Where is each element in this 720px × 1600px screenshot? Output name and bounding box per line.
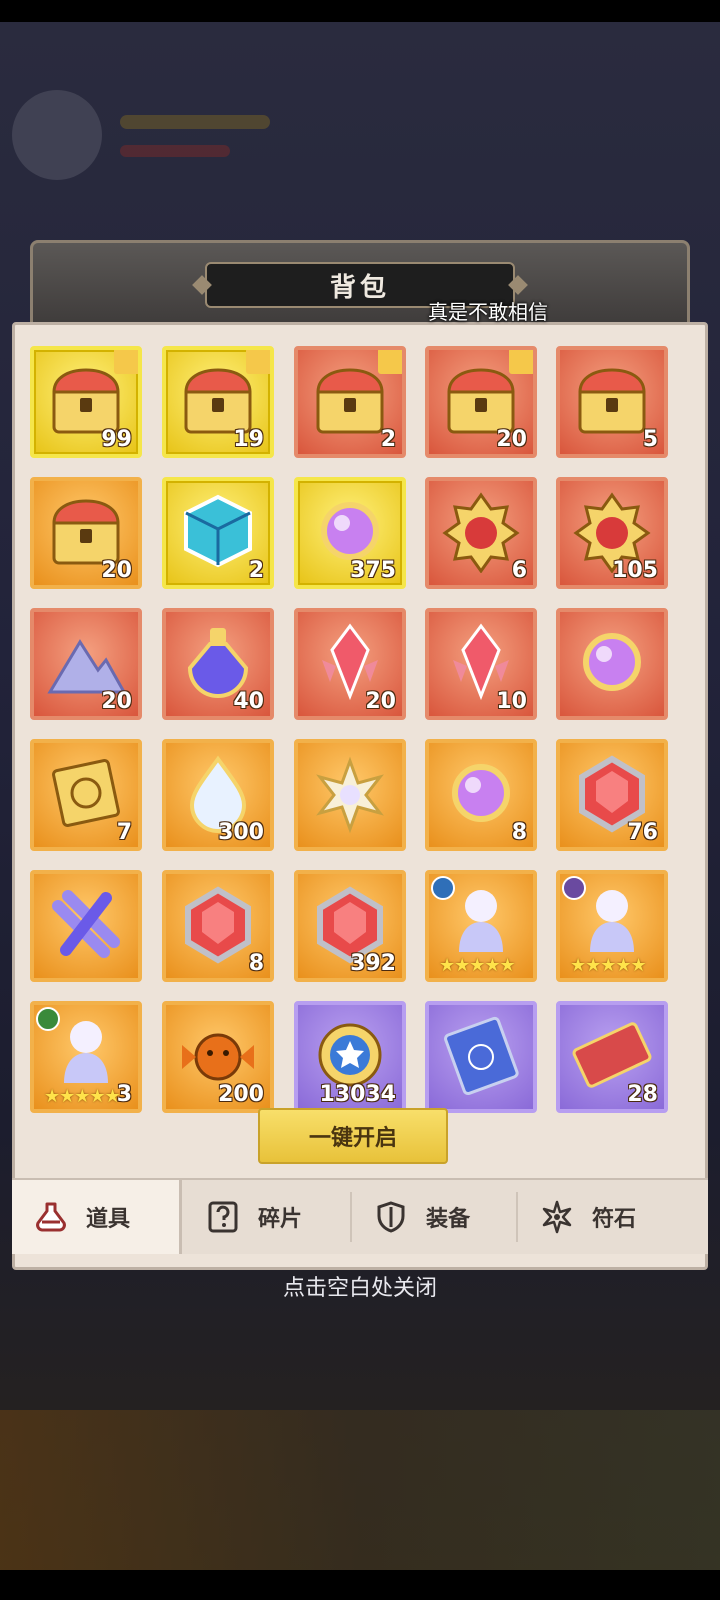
item-count: 5 xyxy=(642,427,658,452)
item-slot[interactable]: 8 xyxy=(425,739,537,851)
item-slot[interactable] xyxy=(556,608,668,720)
star-rating: ★★★★★ xyxy=(44,1086,121,1107)
item-slot[interactable]: 6 xyxy=(425,477,537,589)
orb-icon xyxy=(583,633,641,691)
item-count: 300 xyxy=(218,820,264,845)
item-slot[interactable]: 10 xyxy=(425,608,537,720)
item-slot[interactable] xyxy=(30,870,142,982)
item-count: 20 xyxy=(365,689,396,714)
item-slot[interactable]: 20 xyxy=(30,608,142,720)
item-slot[interactable]: 7 xyxy=(30,739,142,851)
item-count: 3 xyxy=(116,1082,132,1107)
faction-icon xyxy=(36,1007,60,1031)
item-grid[interactable]: 99 19 2 20 5 20 2 375 6 105 20 40 20 10 7 300 8 76 8 392 ★★★… xyxy=(14,330,704,1118)
puzzle-badge-icon xyxy=(509,350,533,374)
item-slot[interactable]: ★★★★★ 3 xyxy=(30,1001,142,1113)
item-count: 20 xyxy=(101,689,132,714)
navigation-bar xyxy=(0,1570,720,1600)
flower-icon xyxy=(316,756,384,834)
item-count: 20 xyxy=(101,558,132,583)
background-avatar xyxy=(12,90,102,180)
item-slot[interactable]: ★★★★★ xyxy=(425,870,537,982)
item-slot[interactable] xyxy=(425,1001,537,1113)
item-slot[interactable]: 8 xyxy=(162,870,274,982)
chest-icon xyxy=(578,368,646,434)
cross-icon xyxy=(52,890,120,958)
gem-icon xyxy=(185,886,251,964)
item-count: 2 xyxy=(380,427,396,452)
item-count: 40 xyxy=(233,689,264,714)
tab-label-runes: 符石 xyxy=(592,1207,637,1232)
item-count: 7 xyxy=(116,820,132,845)
tab-runes[interactable]: 符石 xyxy=(518,1180,704,1254)
item-slot[interactable]: 20 xyxy=(30,477,142,589)
puzzle-badge-icon xyxy=(378,350,402,374)
potion-tab-icon xyxy=(36,1202,66,1232)
item-count: 20 xyxy=(496,427,527,452)
background-level-bar xyxy=(120,145,230,157)
danmaku-comment: 真是不敢相信 xyxy=(428,300,548,324)
star-tab-icon xyxy=(542,1200,572,1234)
tab-items[interactable]: 道具 xyxy=(12,1180,182,1254)
item-count: 13034 xyxy=(319,1082,396,1107)
background-name-bar xyxy=(120,115,270,129)
open-all-button[interactable]: 一键开启 xyxy=(258,1108,448,1164)
item-count: 2 xyxy=(248,558,264,583)
item-slot[interactable]: 28 xyxy=(556,1001,668,1113)
item-slot[interactable]: 300 xyxy=(162,739,274,851)
item-count: 8 xyxy=(248,951,264,976)
item-slot[interactable]: 13034 xyxy=(294,1001,406,1113)
item-count: 19 xyxy=(233,427,264,452)
faction-icon xyxy=(431,876,455,900)
item-slot[interactable]: 99 xyxy=(30,346,142,458)
tab-label-items: 道具 xyxy=(86,1207,131,1232)
item-count: 392 xyxy=(350,951,396,976)
item-slot[interactable]: 2 xyxy=(294,346,406,458)
cube-icon xyxy=(184,494,252,568)
item-slot[interactable]: 40 xyxy=(162,608,274,720)
faction-icon xyxy=(562,876,586,900)
page-title: 背包 xyxy=(329,272,390,303)
bag-tab-bar: 道具 碎片 装备 符石 xyxy=(12,1178,708,1254)
emblem-icon xyxy=(442,492,520,573)
tab-fragments[interactable]: 碎片 xyxy=(184,1180,352,1254)
puzzle-badge-icon xyxy=(246,350,270,374)
star-rating: ★★★★★ xyxy=(439,955,516,976)
item-slot[interactable]: 2 xyxy=(162,477,274,589)
item-count: 76 xyxy=(627,820,658,845)
item-slot[interactable]: 392 xyxy=(294,870,406,982)
close-hint[interactable]: 点击空白处关闭 xyxy=(0,1270,720,1302)
item-count: 200 xyxy=(218,1082,264,1107)
status-bar xyxy=(0,0,720,22)
item-count: 6 xyxy=(511,558,527,583)
item-count: 99 xyxy=(101,427,132,452)
tab-label-fragments: 碎片 xyxy=(258,1207,303,1232)
background-bottom-menu xyxy=(0,1410,720,1570)
shield-tab-icon xyxy=(377,1201,405,1233)
item-slot[interactable]: 200 xyxy=(162,1001,274,1113)
star-rating: ★★★★★ xyxy=(570,955,647,976)
item-slot[interactable]: 76 xyxy=(556,739,668,851)
item-slot[interactable]: 20 xyxy=(294,608,406,720)
item-slot[interactable]: ★★★★★ xyxy=(556,870,668,982)
orb-icon xyxy=(452,764,510,822)
book-icon xyxy=(444,1016,519,1096)
item-count: 28 xyxy=(627,1082,658,1107)
item-count: 105 xyxy=(612,558,658,583)
question-tab-icon xyxy=(208,1201,238,1233)
item-count: 8 xyxy=(511,820,527,845)
item-slot[interactable]: 105 xyxy=(556,477,668,589)
item-slot[interactable]: 5 xyxy=(556,346,668,458)
puzzle-badge-icon xyxy=(114,350,138,374)
tab-equipment[interactable]: 装备 xyxy=(352,1180,518,1254)
item-count: 10 xyxy=(496,689,527,714)
item-slot[interactable]: 20 xyxy=(425,346,537,458)
item-slot[interactable]: 19 xyxy=(162,346,274,458)
item-slot[interactable]: 375 xyxy=(294,477,406,589)
item-count: 375 xyxy=(350,558,396,583)
tab-label-equipment: 装备 xyxy=(426,1207,471,1232)
scroll-icon xyxy=(52,759,120,827)
item-slot[interactable] xyxy=(294,739,406,851)
